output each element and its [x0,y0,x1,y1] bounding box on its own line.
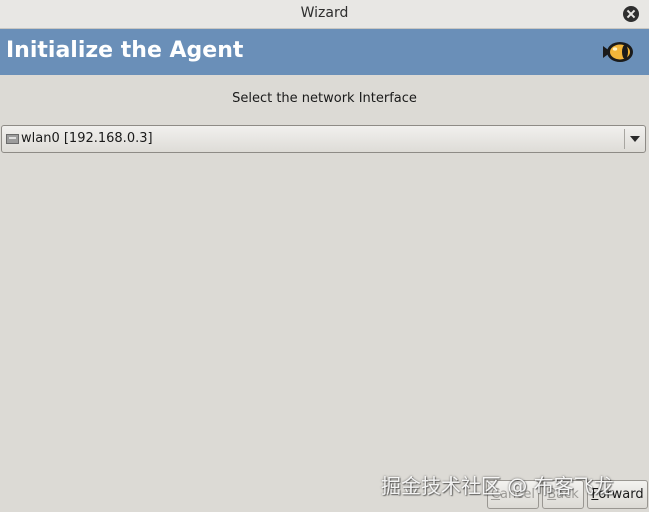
wizard-banner: Initialize the Agent [0,29,649,75]
network-card-icon [6,134,19,144]
back-mnemonic: B [547,487,557,502]
back-label: ack [556,487,579,502]
chevron-down-icon[interactable] [630,136,640,142]
back-button[interactable]: Back [542,480,584,509]
combo-divider [624,129,625,149]
selected-interface: wlan0 [192.168.0.3] [21,131,153,146]
cancel-button[interactable]: Cancel [487,480,539,509]
cancel-label: ancel [500,487,536,502]
title-bar: Wizard [0,0,649,29]
interface-prompt: Select the network Interface [232,91,417,106]
wizard-window: Wizard Initialize the Agent Select the n… [0,0,649,512]
cat-eye-logo-icon [603,42,633,62]
forward-label: orward [598,487,644,502]
cancel-mnemonic: C [490,487,501,502]
page-title: Initialize the Agent [6,38,244,63]
network-interface-select[interactable]: wlan0 [192.168.0.3] [1,125,646,153]
close-icon[interactable] [623,6,639,22]
window-title: Wizard [300,5,349,21]
forward-button[interactable]: Forward [587,480,648,509]
